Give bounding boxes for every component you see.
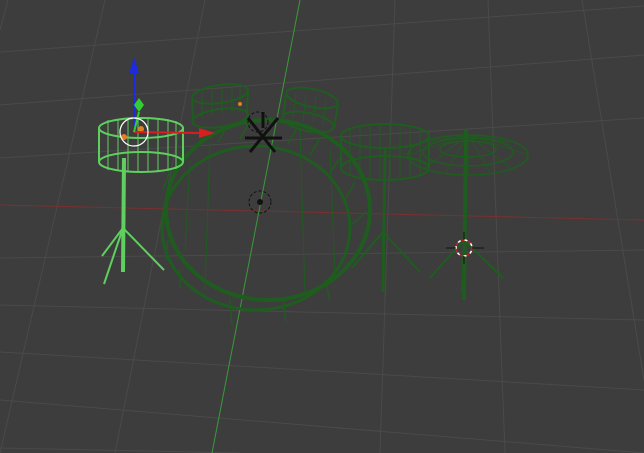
- 3d-viewport[interactable]: [0, 0, 644, 453]
- viewport-canvas[interactable]: [0, 0, 644, 453]
- viewport-background: [0, 0, 644, 453]
- gizmo-x-axis[interactable]: [133, 131, 201, 134]
